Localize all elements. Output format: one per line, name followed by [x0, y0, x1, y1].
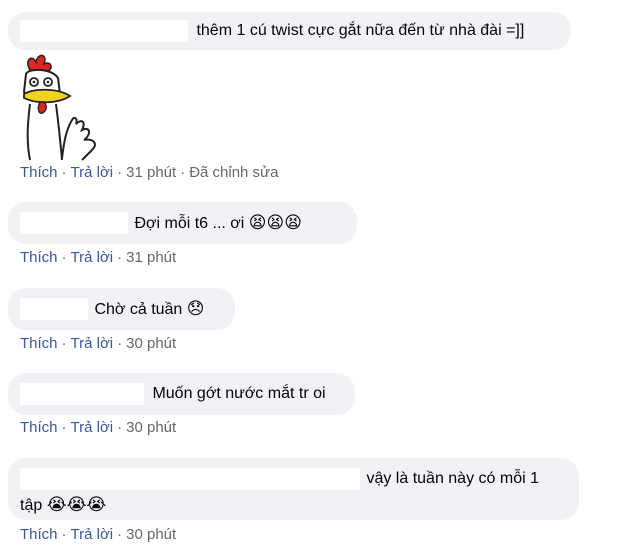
comment-line-2: tập 😭😭😭 — [20, 494, 579, 517]
timestamp[interactable]: 31 phút — [126, 164, 176, 181]
comment-text: Chờ cả tuần — [94, 301, 183, 318]
comment-bubble: Muốn gớt nước mắt tr oi — [8, 373, 355, 415]
comment-text: Đợi mỗi t6 ... ơi — [134, 215, 245, 232]
comment-bubble: thêm 1 cú twist cực gắt nữa đến từ nhà đ… — [8, 12, 571, 50]
timestamp[interactable]: 30 phút — [126, 419, 176, 436]
comment-text: Muốn gớt nước mắt tr oi — [152, 385, 326, 402]
comment-2-actions: Thích · Trả lời · 31 phút — [20, 249, 177, 266]
reply-link[interactable]: Trả lời — [71, 419, 114, 436]
comment-3-actions: Thích · Trả lời · 30 phút — [20, 335, 177, 352]
comment-3: Chờ cả tuần 😞 — [8, 288, 235, 330]
tired-face-emoji: 😫😫😫 — [248, 213, 302, 232]
disappointed-face-emoji: 😞 — [186, 299, 205, 318]
comment-1: thêm 1 cú twist cực gắt nữa đến từ nhà đ… — [8, 12, 571, 50]
timestamp[interactable]: 31 phút — [126, 249, 176, 266]
comment-text: thêm 1 cú twist cực gắt nữa đến từ nhà đ… — [196, 22, 525, 39]
edited-label[interactable]: Đã chỉnh sửa — [189, 164, 278, 181]
reply-link[interactable]: Trả lời — [71, 249, 114, 266]
comment-bubble: Chờ cả tuần 😞 — [8, 288, 235, 330]
like-link[interactable]: Thích — [20, 335, 58, 352]
redacted-author-name[interactable] — [20, 298, 88, 320]
comment-bubble: Đợi mỗi t6 ... ơi 😫😫😫 — [8, 202, 357, 244]
comment-5-actions: Thích · Trả lời · 30 phút — [20, 526, 177, 543]
like-link[interactable]: Thích — [20, 526, 58, 543]
comment-2: Đợi mỗi t6 ... ơi 😫😫😫 — [8, 202, 357, 244]
comment-5: vậy là tuần này có mỗi 1 tập 😭😭😭 — [8, 458, 579, 520]
like-link[interactable]: Thích — [20, 419, 58, 436]
loudly-crying-face-emoji: 😭😭😭 — [46, 495, 107, 514]
redacted-author-name[interactable] — [20, 468, 360, 490]
comment-1-actions: Thích · Trả lời · 31 phút · Đã chỉnh sửa — [20, 164, 279, 181]
redacted-author-name[interactable] — [20, 20, 188, 42]
redacted-author-name[interactable] — [20, 383, 144, 405]
like-link[interactable]: Thích — [20, 249, 58, 266]
timestamp[interactable]: 30 phút — [126, 526, 176, 543]
reply-link[interactable]: Trả lời — [71, 164, 114, 181]
rooster-sticker — [22, 54, 96, 161]
redacted-author-name[interactable] — [20, 212, 128, 234]
comment-bubble: vậy là tuần này có mỗi 1 tập 😭😭😭 — [8, 458, 579, 520]
comment-text: vậy là tuần này có mỗi 1 — [366, 470, 539, 487]
comment-4: Muốn gớt nước mắt tr oi — [8, 373, 355, 415]
comment-line-1: vậy là tuần này có mỗi 1 — [20, 468, 579, 490]
reply-link[interactable]: Trả lời — [71, 335, 114, 352]
comment-4-actions: Thích · Trả lời · 30 phút — [20, 419, 177, 436]
comment-text-continued: tập — [20, 497, 43, 514]
reply-link[interactable]: Trả lời — [71, 526, 114, 543]
like-link[interactable]: Thích — [20, 164, 58, 181]
timestamp[interactable]: 30 phút — [126, 335, 176, 352]
